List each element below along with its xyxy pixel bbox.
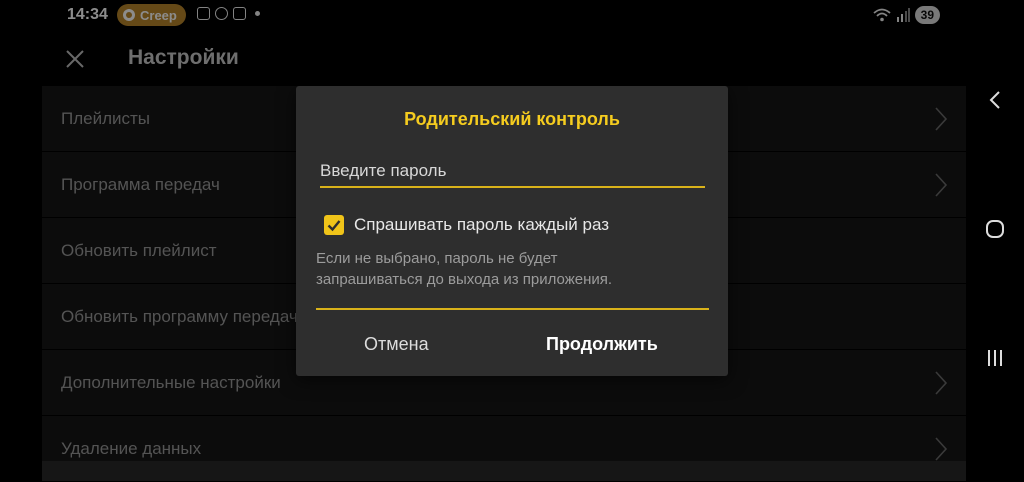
cancel-button[interactable]: Отмена [364, 334, 429, 355]
back-icon[interactable] [987, 90, 1003, 110]
checkmark-icon [327, 220, 341, 232]
recent-apps-icon[interactable] [985, 348, 1005, 368]
ask-password-label: Спрашивать пароль каждый раз [354, 215, 610, 234]
hint-text: Если не выбрано, пароль не будет запраши… [316, 248, 706, 290]
system-nav-bar [966, 0, 1024, 461]
home-icon[interactable] [985, 219, 1005, 239]
dialog-title: Родительский контроль [404, 109, 620, 129]
hint-line: запрашиваться до выхода из приложения. [316, 271, 613, 288]
hint-line: Если не выбрано, пароль не будет [316, 250, 558, 267]
dialog-divider [316, 308, 709, 310]
ask-password-option[interactable]: Спрашивать пароль каждый раз [324, 215, 609, 235]
password-field [320, 158, 705, 188]
password-input[interactable] [320, 158, 705, 184]
parental-control-dialog: Родительский контроль Спрашивать пароль … [296, 86, 728, 376]
continue-button[interactable]: Продолжить [546, 334, 658, 355]
ask-password-checkbox[interactable] [324, 215, 344, 235]
